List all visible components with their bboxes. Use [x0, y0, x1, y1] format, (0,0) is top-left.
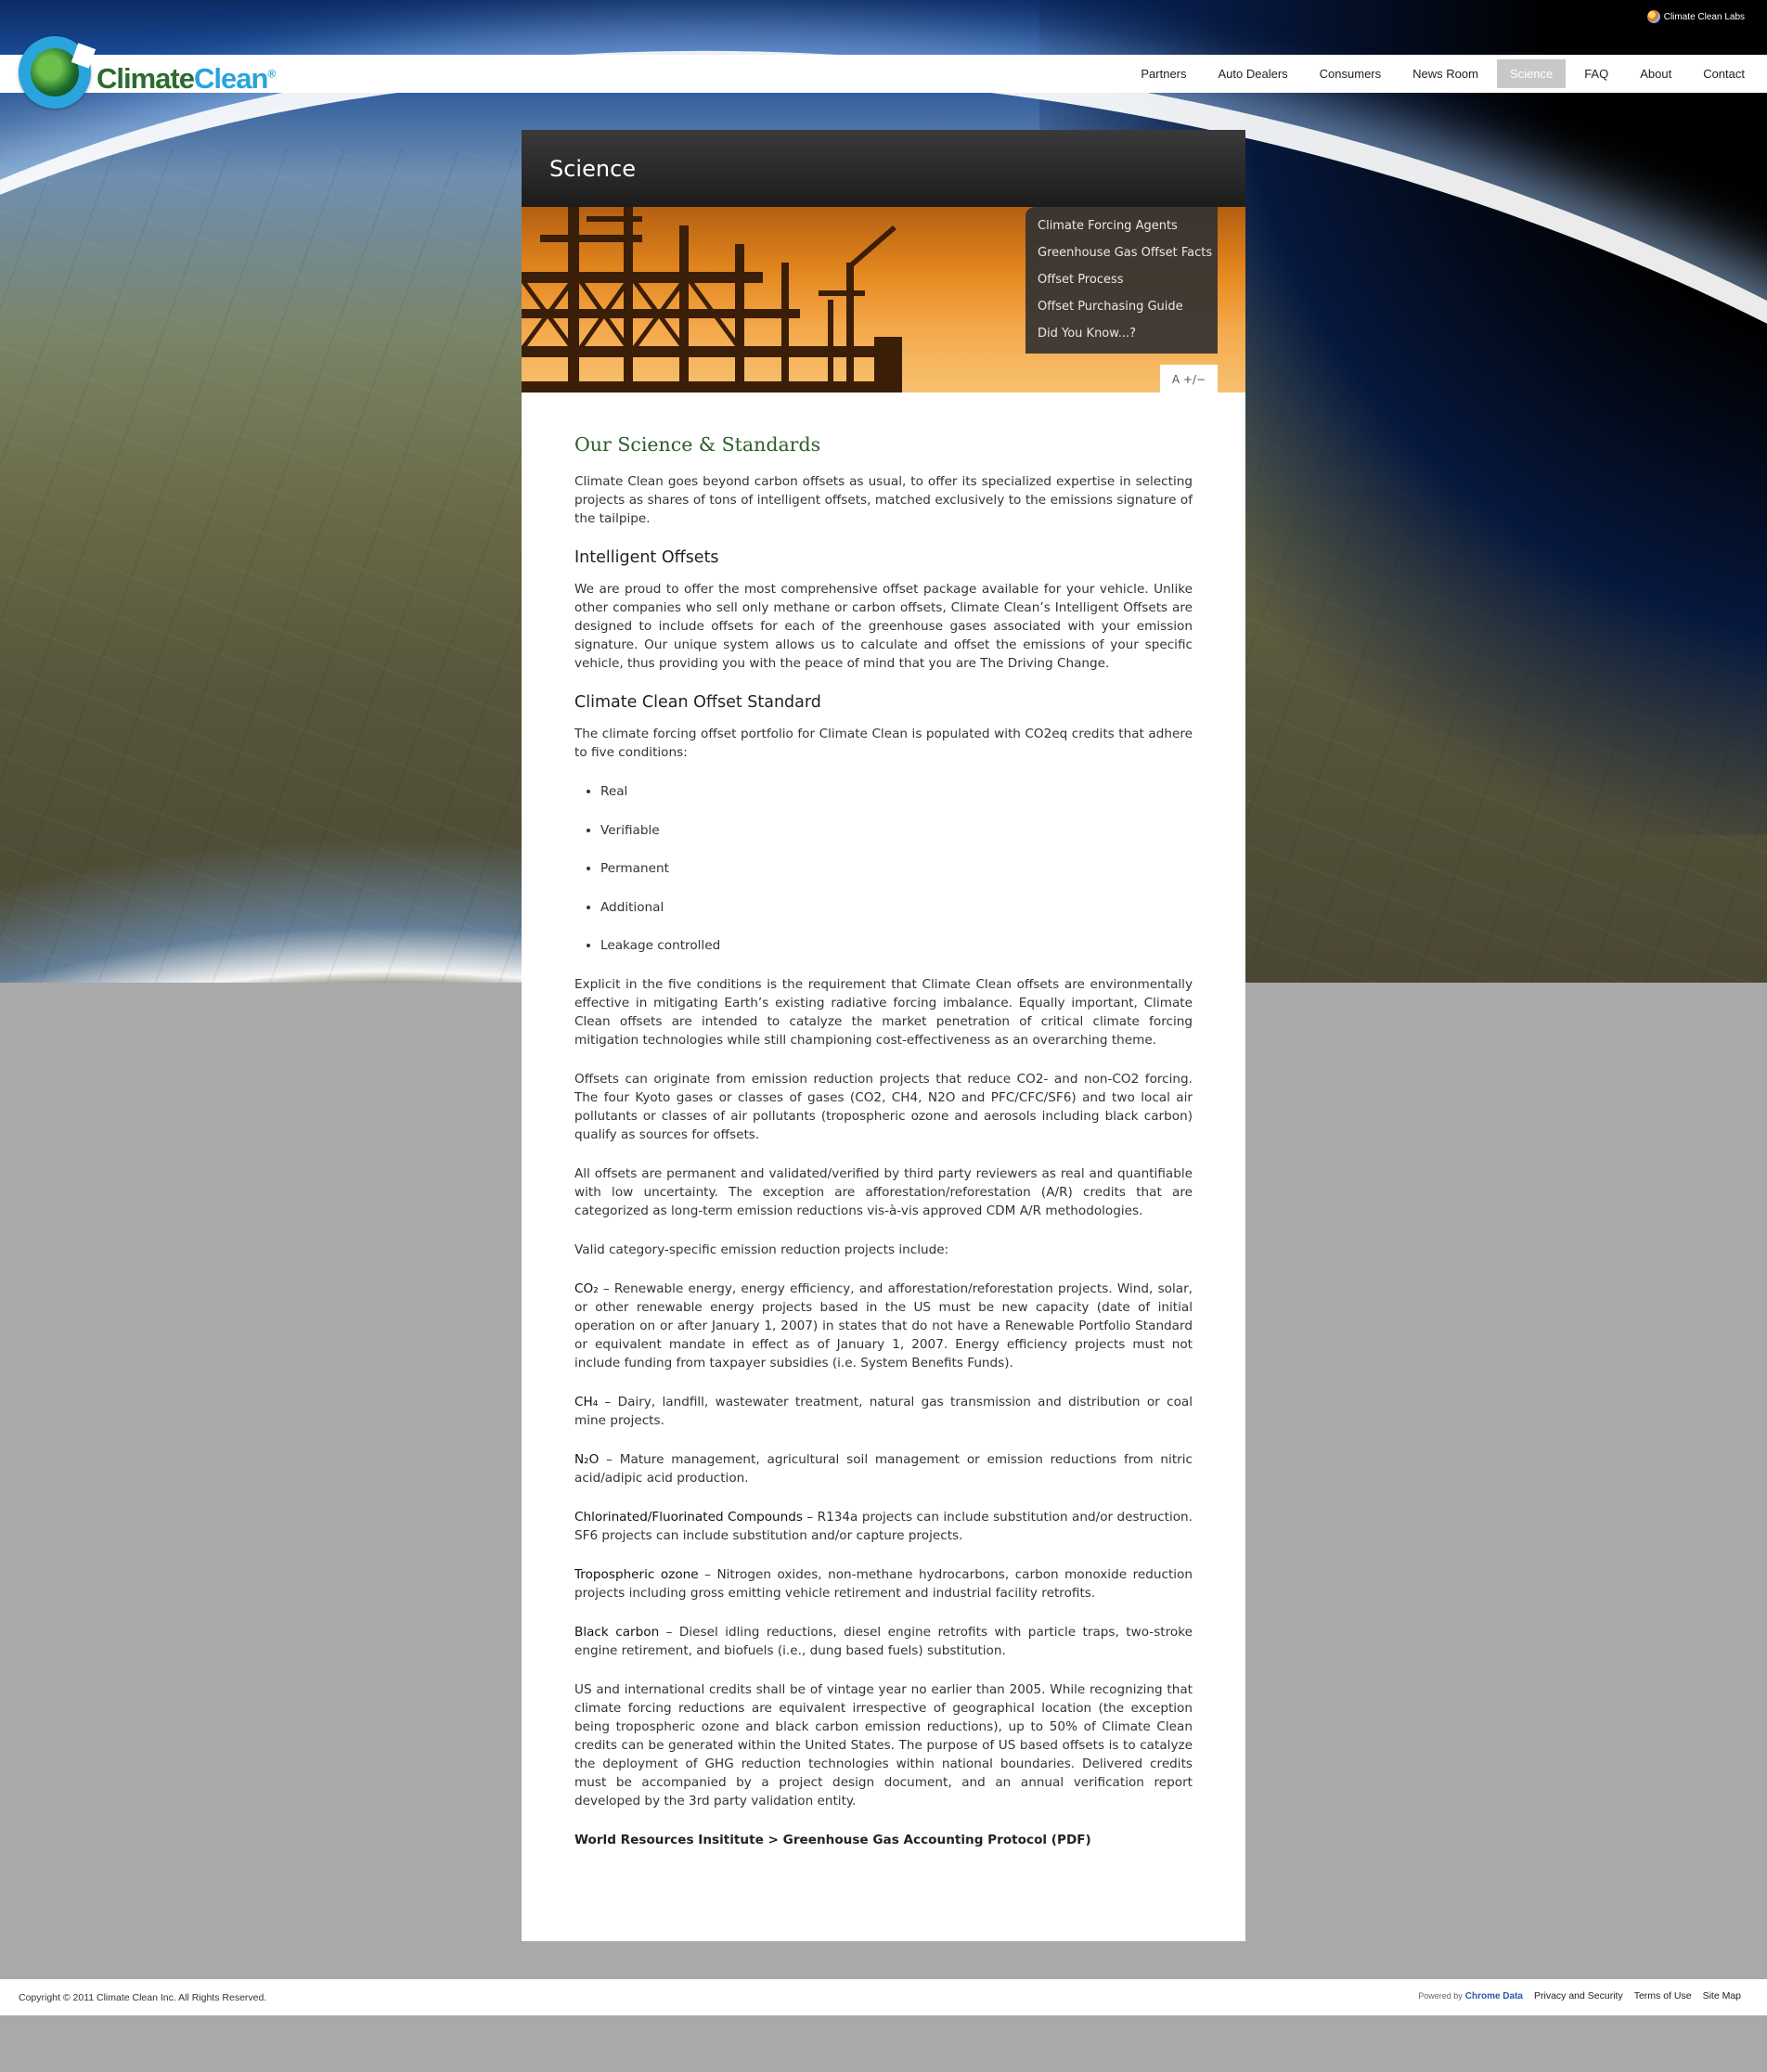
nav-faq[interactable]: FAQ [1571, 59, 1621, 88]
submenu-ghg-offset-facts[interactable]: Greenhouse Gas Offset Facts [1025, 239, 1218, 266]
oil-rig-silhouette [522, 207, 902, 393]
category-black-carbon: Black carbon – Diesel idling reductions,… [574, 1624, 1193, 1658]
explicit-paragraph: Explicit in the five conditions is the r… [574, 976, 1193, 1048]
category-n2o: N₂O – Mature management, agricultural so… [574, 1451, 1193, 1486]
category-cfc: Chlorinated/Fluorinated Compounds – R134… [574, 1509, 1193, 1543]
nav-consumers[interactable]: Consumers [1307, 59, 1394, 88]
wri-protocol-link[interactable]: World Resources Insititute > Greenhouse … [574, 1833, 1091, 1847]
article: Our Science & Standards Climate Clean go… [522, 393, 1245, 1849]
content-panel: Science Climate Forcing Agents Greenhous… [522, 130, 1245, 1941]
category-ozone: Tropospheric ozone – Nitrogen oxides, no… [574, 1566, 1193, 1601]
nav-partners[interactable]: Partners [1128, 59, 1199, 88]
offset-standard-paragraph: The climate forcing offset portfolio for… [574, 727, 1193, 760]
list-item: Verifiable [600, 821, 1193, 840]
font-size-control[interactable]: A +/− [1160, 365, 1218, 393]
footer-links: Powered by Chrome Data Privacy and Secur… [1418, 1990, 1741, 2001]
intro-paragraph: Climate Clean goes beyond carbon offsets… [574, 474, 1193, 526]
labs-link-label: Climate Clean Labs [1663, 11, 1745, 22]
nav-about[interactable]: About [1627, 59, 1684, 88]
footer: Copyright © 2011 Climate Clean Inc. All … [0, 1979, 1767, 2015]
science-submenu: Climate Forcing Agents Greenhouse Gas Of… [1025, 207, 1218, 354]
main-nav: Partners Auto Dealers Consumers News Roo… [1122, 59, 1758, 88]
logo[interactable]: ClimateClean® [19, 36, 276, 109]
copyright: Copyright © 2011 Climate Clean Inc. All … [19, 1992, 267, 2003]
labs-icon [1646, 10, 1660, 23]
powered-by[interactable]: Powered by Chrome Data [1418, 1991, 1523, 2001]
list-item: Leakage controlled [600, 936, 1193, 955]
globe-logo-icon [19, 36, 97, 109]
article-heading: Our Science & Standards [574, 433, 821, 456]
submenu-offset-process[interactable]: Offset Process [1025, 266, 1218, 293]
submenu-did-you-know[interactable]: Did You Know...? [1025, 320, 1218, 347]
conditions-list: Real Verifiable Permanent Additional Lea… [574, 782, 1193, 955]
chrome-data-logo: Chrome Data [1464, 1990, 1523, 2001]
wri-link-line: World Resources Insititute > Greenhouse … [574, 1831, 1193, 1849]
submenu-offset-purchasing-guide[interactable]: Offset Purchasing Guide [1025, 293, 1218, 320]
permanent-paragraph: All offsets are permanent and validated/… [574, 1165, 1193, 1218]
nav-news-room[interactable]: News Room [1399, 59, 1491, 88]
list-item: Real [600, 782, 1193, 801]
offset-standard-heading: Climate Clean Offset Standard [574, 693, 821, 712]
terms-link[interactable]: Terms of Use [1634, 1990, 1692, 2001]
submenu-climate-forcing-agents[interactable]: Climate Forcing Agents [1025, 212, 1218, 239]
list-item: Additional [600, 898, 1193, 917]
intelligent-offsets-heading: Intelligent Offsets [574, 548, 719, 567]
section-title: Science [522, 130, 1245, 207]
sitemap-link[interactable]: Site Map [1703, 1990, 1741, 2001]
nav-auto-dealers[interactable]: Auto Dealers [1206, 59, 1301, 88]
intelligent-offsets-paragraph: We are proud to offer the most comprehen… [574, 582, 1193, 671]
valid-projects-intro: Valid category-specific emission reducti… [574, 1242, 949, 1257]
nav-science[interactable]: Science [1496, 59, 1567, 88]
logo-wordmark: ClimateClean® [97, 62, 276, 95]
privacy-link[interactable]: Privacy and Security [1534, 1990, 1623, 2001]
originate-paragraph: Offsets can originate from emission redu… [574, 1071, 1193, 1142]
section-banner: Climate Forcing Agents Greenhouse Gas Of… [522, 207, 1245, 393]
list-item: Permanent [600, 859, 1193, 878]
category-co2: CO₂ – Renewable energy, energy efficienc… [574, 1281, 1193, 1371]
nav-contact[interactable]: Contact [1690, 59, 1758, 88]
category-ch4: CH₄ – Dairy, landfill, wastewater treatm… [574, 1394, 1193, 1428]
vintage-paragraph: US and international credits shall be of… [574, 1681, 1193, 1808]
climate-clean-labs-link[interactable]: Climate Clean Labs [1646, 10, 1745, 23]
